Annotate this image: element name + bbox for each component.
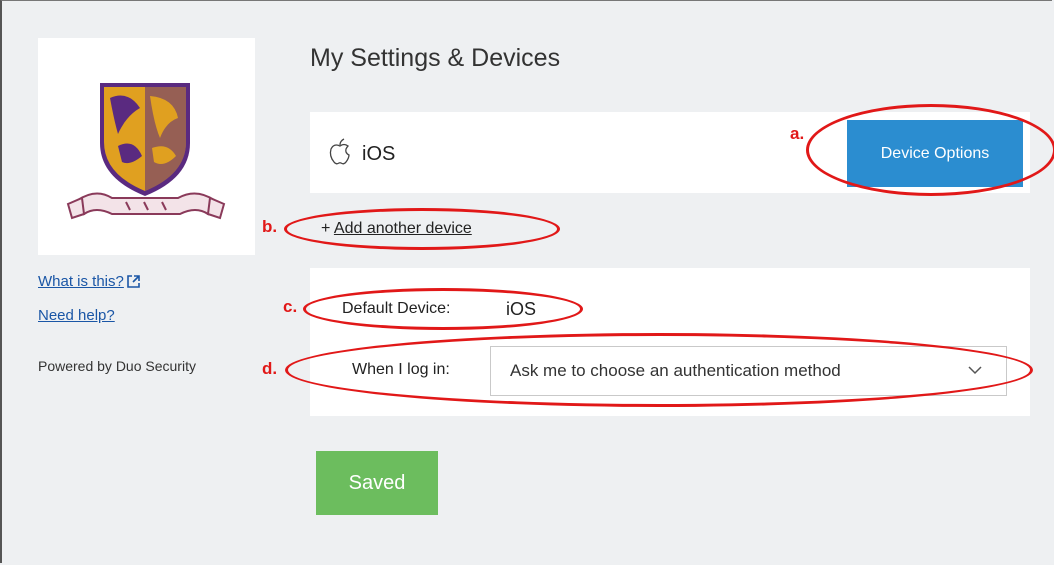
- page-title: My Settings & Devices: [310, 44, 561, 72]
- powered-by-text: Powered by Duo Security: [38, 358, 196, 374]
- annotation-label-a: a.: [790, 124, 805, 143]
- annotation-label-b: b.: [262, 217, 278, 236]
- annotation-ellipse-d: [285, 333, 1033, 407]
- apple-icon: [329, 138, 350, 165]
- what-is-this-link[interactable]: What is this?: [38, 272, 140, 292]
- need-help-link[interactable]: Need help?: [38, 306, 140, 326]
- external-link-icon: [127, 275, 140, 288]
- annotation-label-c: c.: [283, 297, 298, 316]
- annotation-ellipse-c: [303, 288, 583, 330]
- annotation-label-d: d.: [262, 359, 278, 378]
- university-crest-logo: [66, 83, 226, 220]
- logo-panel: [38, 38, 255, 255]
- annotation-ellipse-a: [806, 104, 1054, 196]
- what-is-this-label: What is this?: [38, 273, 124, 290]
- sidebar-links: What is this? Need help?: [38, 272, 140, 340]
- saved-button[interactable]: Saved: [316, 451, 438, 515]
- device-name: iOS: [362, 143, 396, 165]
- annotation-ellipse-b: [284, 208, 560, 250]
